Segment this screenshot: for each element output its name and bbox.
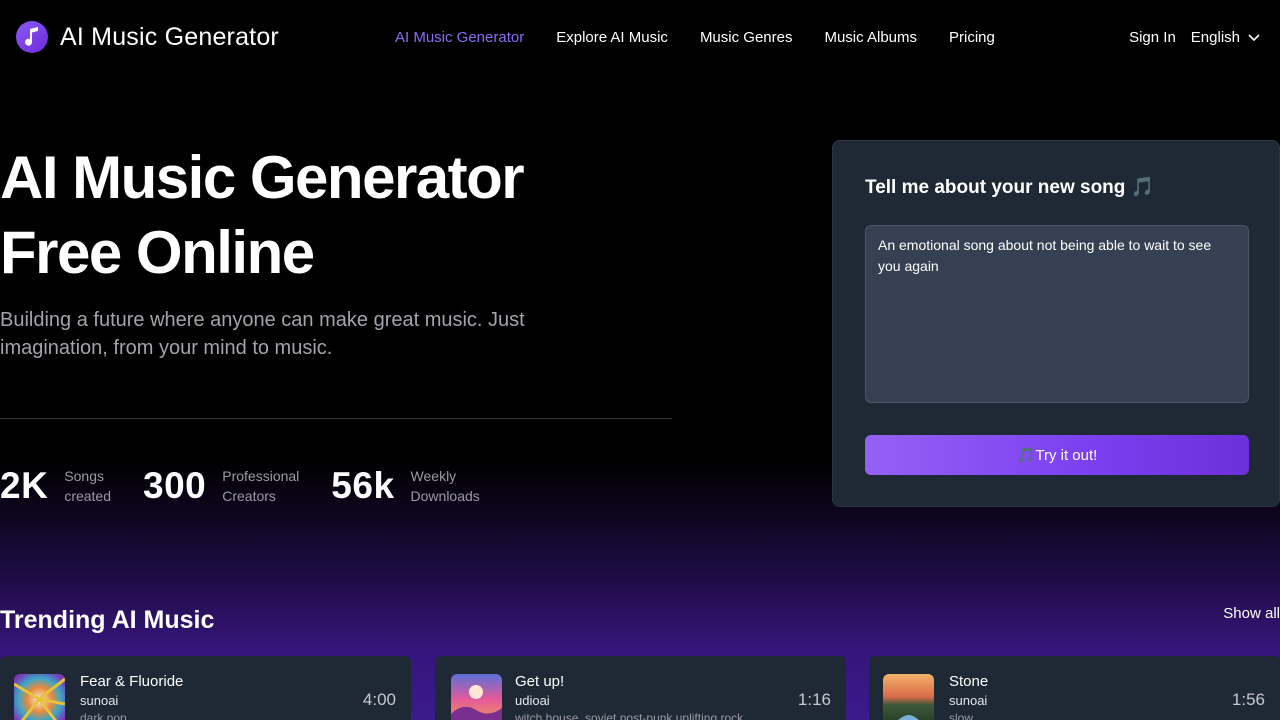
- header-actions: Sign In English: [1129, 29, 1260, 46]
- language-selector[interactable]: English: [1191, 29, 1260, 46]
- hero-subtitle: Building a future where anyone can make …: [0, 309, 525, 359]
- track-tags: dark pop: [80, 711, 127, 720]
- stat-value: 2K: [0, 465, 49, 506]
- stats-row: 2K Songs created 300 Professional Creato…: [0, 465, 512, 507]
- stat-professional-creators: 300 Professional Creators: [143, 465, 299, 507]
- track-card[interactable]: Get up! udioai witch house, soviet post-…: [435, 656, 846, 720]
- track-title: Stone: [949, 673, 989, 690]
- sign-in-link[interactable]: Sign In: [1129, 29, 1176, 46]
- track-cover-image: [451, 674, 502, 720]
- track-card[interactable]: Stone sunoai slow 1:56: [869, 656, 1280, 720]
- page: AI Music Generator AI Music Generator Ex…: [0, 0, 1280, 720]
- hero-title: AI Music Generator Free Online: [0, 140, 525, 290]
- song-prompt-input[interactable]: An emotional song about not being able t…: [865, 225, 1249, 403]
- stat-songs-created: 2K Songs created: [0, 465, 111, 507]
- track-card[interactable]: Fear & Fluoride sunoai dark pop 4:00: [0, 656, 411, 720]
- track-cover-image: [14, 674, 65, 720]
- hero-divider: [0, 418, 672, 419]
- track-title: Get up!: [515, 673, 565, 690]
- track-cover-image: [883, 674, 934, 720]
- song-generator-card: Tell me about your new song 🎵 An emotion…: [832, 140, 1280, 507]
- stat-label: Weekly Downloads: [410, 468, 480, 504]
- trending-title: Trending AI Music: [0, 606, 215, 634]
- nav-item-ai-music-generator[interactable]: AI Music Generator: [395, 29, 524, 46]
- main-nav: AI Music Generator Explore AI Music Musi…: [395, 29, 1027, 46]
- track-artist: udioai: [515, 693, 550, 708]
- stat-value: 300: [143, 465, 207, 506]
- stat-label: Songs created: [64, 468, 112, 504]
- music-note-icon: [16, 21, 48, 53]
- show-all-link[interactable]: Show all: [1223, 605, 1280, 622]
- track-title: Fear & Fluoride: [80, 673, 184, 690]
- track-tags: witch house, soviet post-punk uplifting …: [515, 711, 744, 720]
- chevron-down-icon: [1248, 33, 1260, 41]
- track-tags: slow: [949, 711, 974, 720]
- stat-weekly-downloads: 56k Weekly Downloads: [331, 465, 480, 507]
- track-duration: 4:00: [362, 690, 396, 709]
- track-duration: 1:56: [1231, 690, 1265, 709]
- track-duration: 1:16: [797, 690, 831, 709]
- site-header: AI Music Generator AI Music Generator Ex…: [0, 0, 1280, 76]
- stat-label: Professional Creators: [222, 468, 300, 504]
- brand-link[interactable]: AI Music Generator: [16, 21, 279, 53]
- hero-title-line2: Free Online: [0, 219, 315, 286]
- track-artist: sunoai: [80, 693, 119, 708]
- language-label: English: [1190, 29, 1240, 46]
- brand-name: AI Music Generator: [60, 22, 279, 51]
- nav-item-music-albums[interactable]: Music Albums: [824, 29, 917, 46]
- nav-item-pricing[interactable]: Pricing: [949, 29, 995, 46]
- nav-item-music-genres[interactable]: Music Genres: [700, 29, 793, 46]
- stat-value: 56k: [331, 465, 395, 506]
- generator-title: Tell me about your new song 🎵: [865, 177, 1155, 198]
- try-it-out-button[interactable]: 🎵Try it out!: [865, 435, 1249, 475]
- hero-title-line1: AI Music Generator: [0, 144, 525, 211]
- track-artist: sunoai: [949, 693, 988, 708]
- nav-item-explore-ai-music[interactable]: Explore AI Music: [556, 29, 668, 46]
